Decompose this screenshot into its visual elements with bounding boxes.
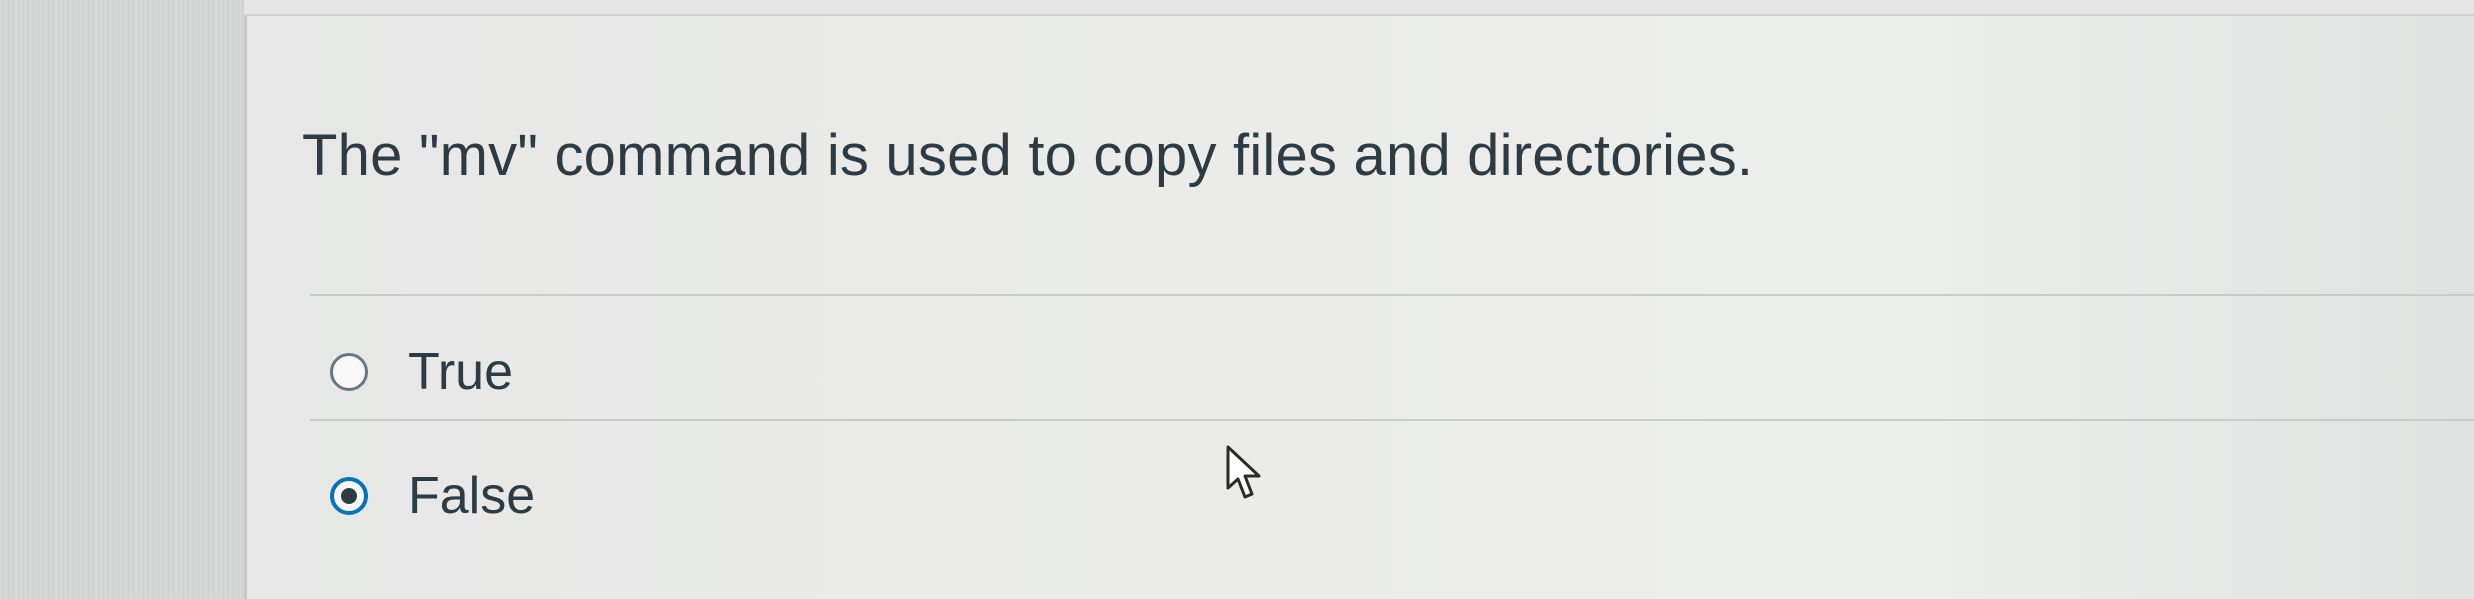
radio-button-icon[interactable] — [330, 353, 368, 391]
answer-option-true[interactable]: True — [330, 342, 513, 402]
question-text: The "mv" command is used to copy files a… — [302, 123, 1754, 188]
radio-button-icon[interactable] — [330, 477, 368, 515]
answer-divider — [310, 419, 2474, 421]
left-gutter — [0, 0, 244, 599]
mouse-pointer-icon — [1226, 445, 1261, 499]
answer-label-false: False — [408, 467, 536, 525]
question-panel — [244, 0, 2474, 599]
answer-option-false[interactable]: False — [330, 466, 535, 526]
answer-label-true: True — [408, 343, 513, 401]
question-top-border — [244, 0, 2474, 16]
question-divider — [310, 294, 2474, 296]
quiz-screen: The "mv" command is used to copy files a… — [0, 0, 2474, 599]
